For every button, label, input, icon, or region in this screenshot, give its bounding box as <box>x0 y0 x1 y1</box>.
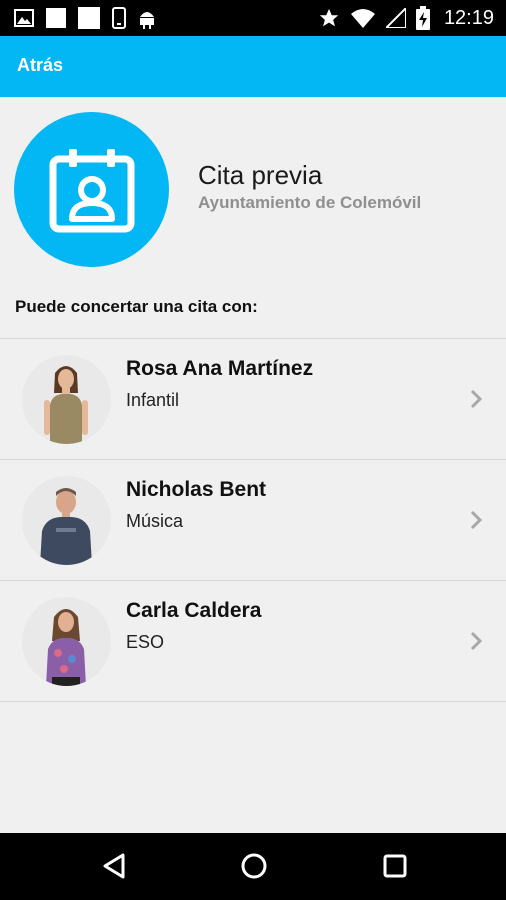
star-icon <box>318 7 340 29</box>
page-title: Cita previa <box>198 160 323 190</box>
intro-text: Puede concertar una cita con: <box>15 297 258 316</box>
contact-name: Carla Caldera <box>126 599 262 622</box>
status-right-icons: 12:19 <box>318 6 494 30</box>
chevron-right-icon <box>470 510 483 535</box>
image-icon <box>14 9 34 27</box>
square-icon <box>46 8 66 28</box>
battery-charging-icon <box>415 6 430 30</box>
avatar <box>22 597 111 686</box>
contact-list: Rosa Ana Martínez Infantil Nicholas Bent… <box>0 338 506 702</box>
contact-department: ESO <box>126 632 165 652</box>
navigation-bar <box>0 833 506 900</box>
contact-name: Nicholas Bent <box>126 478 267 501</box>
list-item[interactable]: Nicholas Bent Música <box>0 459 506 580</box>
back-triangle-icon[interactable] <box>102 853 126 884</box>
wifi-icon <box>350 7 376 29</box>
chevron-right-icon <box>470 389 483 414</box>
page-subtitle: Ayuntamiento de Colemóvil <box>198 193 422 212</box>
status-clock: 12:19 <box>443 6 494 29</box>
avatar <box>22 355 111 444</box>
home-circle-icon[interactable] <box>241 853 267 884</box>
list-item[interactable]: Rosa Ana Martínez Infantil <box>0 338 506 459</box>
status-bar: 12:19 <box>0 0 506 36</box>
recents-square-icon[interactable] <box>383 853 407 884</box>
contact-department: Infantil <box>126 390 180 410</box>
service-header: Cita previa Ayuntamiento de Colemóvil <box>0 97 506 287</box>
avatar <box>22 476 111 565</box>
android-icon <box>138 7 156 29</box>
app-bar: Atrás <box>0 36 506 97</box>
contact-department: Música <box>126 511 184 531</box>
phone-icon <box>112 7 126 29</box>
status-left-icons <box>14 6 156 30</box>
chevron-right-icon <box>470 631 483 656</box>
square-icon <box>78 7 100 29</box>
signal-icon <box>385 8 406 28</box>
back-button[interactable]: Atrás <box>17 55 63 76</box>
calendar-person-icon <box>14 112 169 267</box>
contact-name: Rosa Ana Martínez <box>126 357 314 380</box>
list-item[interactable]: Carla Caldera ESO <box>0 580 506 702</box>
